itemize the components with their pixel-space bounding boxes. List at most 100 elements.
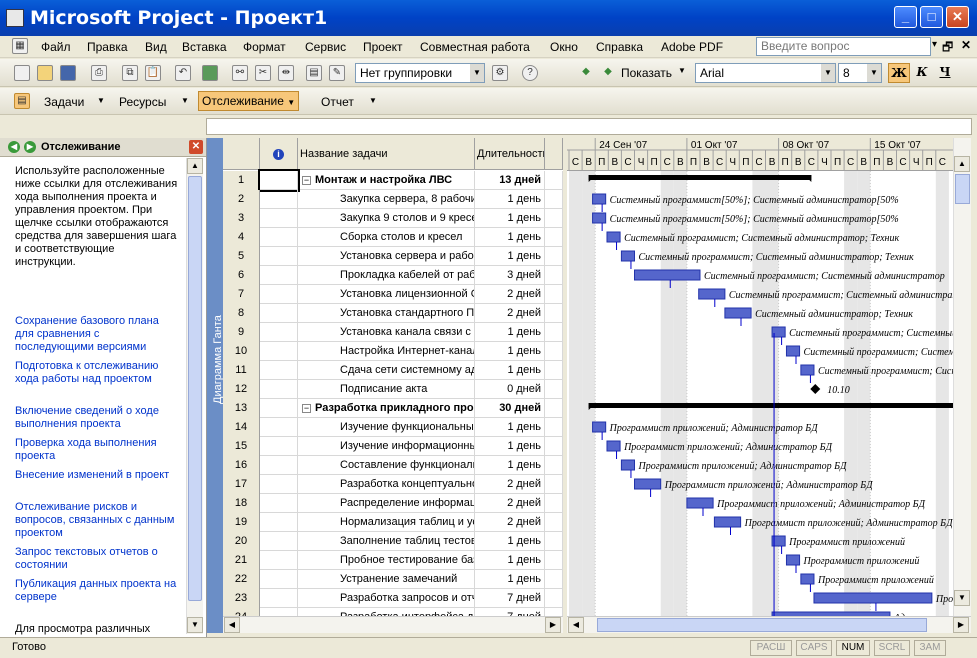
task-duration[interactable]: 30 дней xyxy=(475,399,545,418)
table-row[interactable]: 13 −Разработка прикладного программного о… xyxy=(223,399,563,418)
scroll-thumb[interactable] xyxy=(188,176,202,601)
link-publish[interactable]: Публикация данных проекта на сервере xyxy=(15,578,180,604)
row-id[interactable]: 3 xyxy=(223,209,260,228)
table-row[interactable]: 17 Разработка концептуальной модели2 дней xyxy=(223,475,563,494)
extra-cell[interactable] xyxy=(545,494,563,513)
chevron-down-icon[interactable]: ▼ xyxy=(821,64,835,82)
row-id[interactable]: 11 xyxy=(223,361,260,380)
close-button[interactable]: ✕ xyxy=(946,6,969,28)
menu-window[interactable]: Окно xyxy=(550,40,578,54)
menu-format[interactable]: Формат xyxy=(243,40,286,54)
chevron-down-icon[interactable]: ▼ xyxy=(181,96,189,105)
task-name[interactable]: Разработка интерфейса для пользователей xyxy=(298,608,475,616)
task-name[interactable]: Распределение информации по таблицам xyxy=(298,494,475,513)
task-name[interactable]: Установка лицензионной ОС xyxy=(298,285,475,304)
split-task-icon[interactable]: ⇹ xyxy=(278,65,294,81)
task-name[interactable]: Закупка сервера, 8 рабочих станций xyxy=(298,190,475,209)
task-name[interactable]: − Монтаж и настройка ЛВС xyxy=(298,171,475,190)
table-row[interactable]: 9 Установка канала связи с Интернет1 день xyxy=(223,323,563,342)
task-duration[interactable]: 1 день xyxy=(475,456,545,475)
menu-project[interactable]: Проект xyxy=(363,40,403,54)
link-progress-info[interactable]: Включение сведений о ходе выполнения про… xyxy=(15,405,180,431)
row-id[interactable]: 6 xyxy=(223,266,260,285)
table-row[interactable]: 15 Изучение информационных потоков1 день xyxy=(223,437,563,456)
task-duration[interactable]: 2 дней xyxy=(475,304,545,323)
extra-cell[interactable] xyxy=(545,608,563,616)
row-id[interactable]: 15 xyxy=(223,437,260,456)
link-track-risks[interactable]: Отслеживание рисков и вопросов, связанны… xyxy=(15,501,180,540)
menu-tools[interactable]: Сервис xyxy=(305,40,346,54)
task-name[interactable]: Установка сервера и рабочих станций xyxy=(298,247,475,266)
chevron-down-icon[interactable]: ▼ xyxy=(97,96,105,105)
task-duration[interactable]: 2 дней xyxy=(475,513,545,532)
extra-cell[interactable] xyxy=(545,532,563,551)
table-row[interactable]: 14 Изучение функциональных требований1 де… xyxy=(223,418,563,437)
indicator-cell[interactable] xyxy=(260,456,298,475)
entry-field[interactable] xyxy=(206,118,972,135)
row-id[interactable]: 20 xyxy=(223,532,260,551)
row-id[interactable]: 4 xyxy=(223,228,260,247)
table-row[interactable]: 4 Сборка столов и кресел 1 день xyxy=(223,228,563,247)
row-id[interactable]: 23 xyxy=(223,589,260,608)
row-id[interactable]: 19 xyxy=(223,513,260,532)
indicator-cell[interactable] xyxy=(260,475,298,494)
notes-icon[interactable]: ✎ xyxy=(329,65,345,81)
underline-button[interactable]: Ч xyxy=(934,63,956,83)
tasks-button[interactable]: Задачи xyxy=(44,95,84,109)
table-row[interactable]: 24 Разработка интерфейса для пользователе… xyxy=(223,608,563,616)
scroll-up-icon[interactable]: ▲ xyxy=(187,158,203,174)
link-status-reports[interactable]: Запрос текстовых отчетов о состоянии xyxy=(15,546,180,572)
chevron-down-icon[interactable]: ▼ xyxy=(369,96,377,105)
row-id[interactable]: 2 xyxy=(223,190,260,209)
restore-icon[interactable]: 🗗 xyxy=(942,38,953,59)
table-hscrollbar[interactable]: ◀ ▶ xyxy=(223,616,563,633)
indicator-cell[interactable] xyxy=(260,380,298,399)
table-row[interactable]: 5 Установка сервера и рабочих станций1 де… xyxy=(223,247,563,266)
extra-cell[interactable] xyxy=(545,418,563,437)
close-doc-icon[interactable]: ✕ xyxy=(961,38,971,52)
side-pane-scrollbar[interactable]: ▲ ▼ xyxy=(186,158,203,634)
table-row[interactable]: 11 Сдача сети системному администратору1 … xyxy=(223,361,563,380)
forward-icon[interactable]: ▶ xyxy=(24,141,36,153)
task-info-icon[interactable]: ▤ xyxy=(306,65,322,81)
chevron-down-icon[interactable]: ▼ xyxy=(470,64,484,82)
font-size-select[interactable]: 8 ▼ xyxy=(838,63,882,83)
row-id[interactable]: 8 xyxy=(223,304,260,323)
task-name[interactable]: Устранение замечаний xyxy=(298,570,475,589)
task-duration[interactable]: 13 дней xyxy=(475,171,545,190)
scroll-left-icon[interactable]: ◀ xyxy=(568,617,584,633)
extra-cell[interactable] xyxy=(545,456,563,475)
save-icon[interactable] xyxy=(60,65,76,81)
scroll-thumb[interactable] xyxy=(597,618,927,632)
link-make-changes[interactable]: Внесение изменений в проект xyxy=(15,469,180,482)
task-duration[interactable]: 2 дней xyxy=(475,475,545,494)
table-row[interactable]: 7 Установка лицензионной ОС 2 дней xyxy=(223,285,563,304)
indicator-cell[interactable] xyxy=(260,608,298,616)
app-icon[interactable] xyxy=(6,9,24,27)
resources-button[interactable]: Ресурсы xyxy=(119,95,166,109)
back-icon[interactable]: ◀ xyxy=(8,141,20,153)
task-name[interactable]: Установка стандартного ПО xyxy=(298,304,475,323)
link-tasks-icon[interactable]: ⚯ xyxy=(232,65,248,81)
task-duration[interactable]: 1 день xyxy=(475,323,545,342)
indicator-cell[interactable] xyxy=(260,494,298,513)
task-name[interactable]: Подписание акта xyxy=(298,380,475,399)
select-all-corner[interactable] xyxy=(223,138,260,170)
menu-file[interactable]: Файл xyxy=(41,40,71,54)
task-name[interactable]: Установка канала связи с Интернет xyxy=(298,323,475,342)
menu-view[interactable]: Вид xyxy=(145,40,167,54)
table-row[interactable]: 1− Монтаж и настройка ЛВС 13 дней xyxy=(223,169,563,192)
chevron-down-icon[interactable]: ▼ xyxy=(867,64,881,82)
row-id[interactable]: 5 xyxy=(223,247,260,266)
task-duration[interactable]: 1 день xyxy=(475,418,545,437)
task-duration[interactable]: 1 день xyxy=(475,361,545,380)
task-name[interactable]: Прокладка кабелей от рабочих станций xyxy=(298,266,475,285)
indicators-header[interactable]: i xyxy=(260,138,298,170)
indicator-cell[interactable] xyxy=(260,342,298,361)
task-duration[interactable]: 1 день xyxy=(475,570,545,589)
indicator-cell[interactable] xyxy=(260,589,298,608)
scroll-down-icon[interactable]: ▼ xyxy=(954,590,970,606)
task-duration[interactable]: 1 день xyxy=(475,228,545,247)
scroll-right-icon[interactable]: ▶ xyxy=(953,617,969,633)
chart-hscrollbar[interactable]: ◀ ▶ xyxy=(567,616,971,633)
